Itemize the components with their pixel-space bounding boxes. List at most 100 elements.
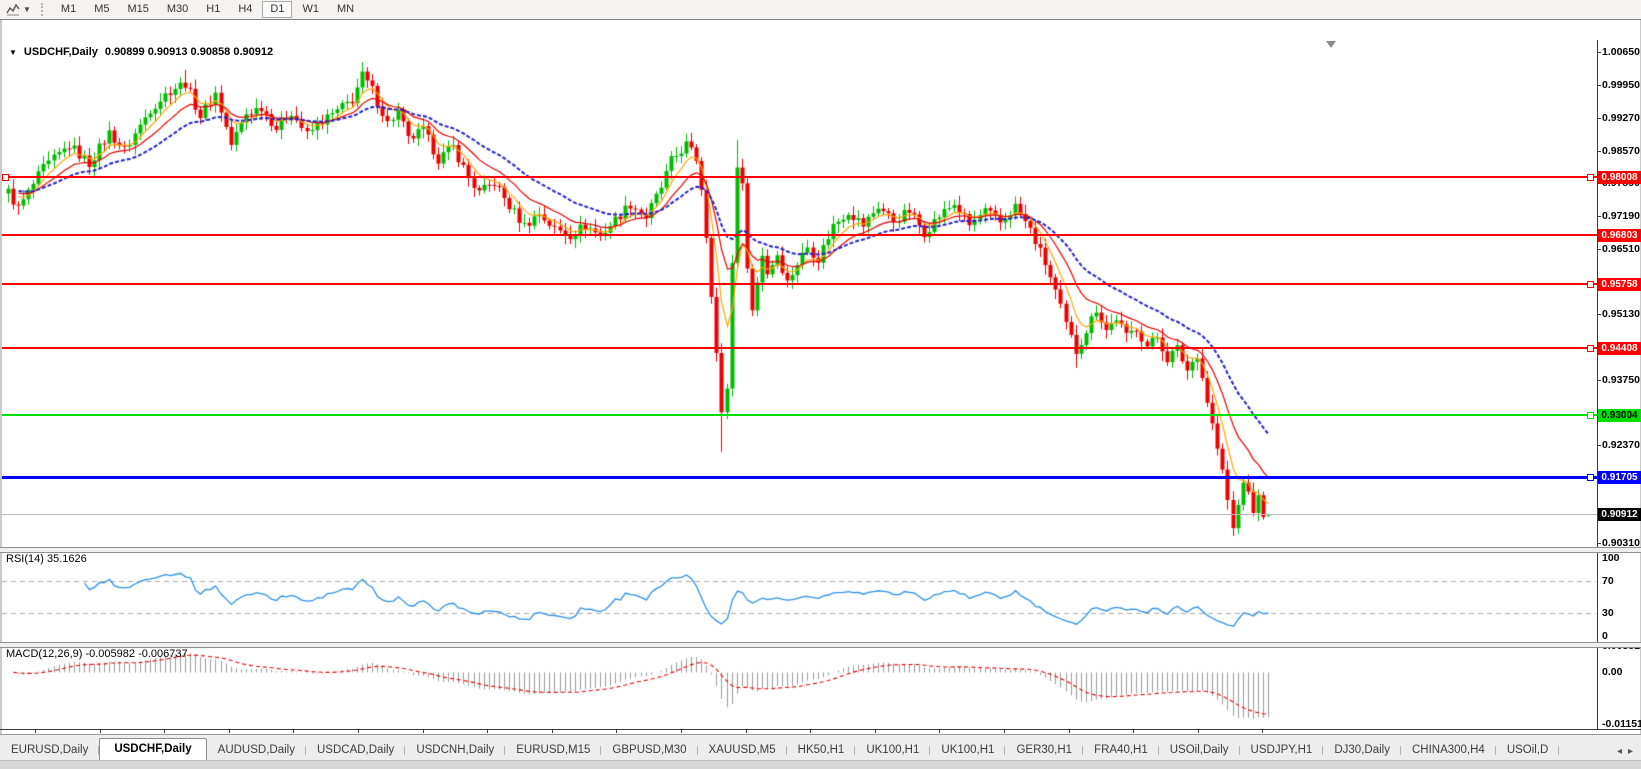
chart-tab-usoil-d[interactable]: USOil,D (1496, 740, 1560, 761)
date-tickmark (1262, 730, 1263, 733)
price-line-badge[interactable]: 0.94408 (1598, 342, 1641, 355)
mt4-application: ▼ M1M5M15M30H1H4D1W1MN ▼ USDCHF,Daily 0.… (0, 0, 1641, 769)
chart-tab-usdchf-daily[interactable]: USDCHF,Daily (99, 738, 206, 761)
price-line-badge[interactable]: 0.98008 (1598, 171, 1641, 184)
chart-tab-uk100-h1[interactable]: UK100,H1 (930, 740, 1005, 761)
horizontal-line-0.98008[interactable] (2, 176, 1597, 178)
timeframe-button-w1[interactable]: W1 (294, 1, 327, 18)
macd-indicator-label: MACD(12,26,9) -0.005982 -0.006737 (6, 648, 188, 660)
date-tickmark (681, 730, 682, 733)
date-tickmark (100, 730, 101, 733)
toolbar-grip (41, 3, 48, 16)
date-tickmark (875, 730, 876, 733)
date-tickmark (810, 730, 811, 733)
timeframe-button-m1[interactable]: M1 (53, 1, 84, 18)
price-tickmark (1597, 249, 1601, 250)
price-tick-label: 0.97190 (1602, 210, 1640, 222)
price-tick-label: 0.95130 (1602, 308, 1640, 320)
timeframe-button-m15[interactable]: M15 (119, 1, 156, 18)
timeframe-button-h4[interactable]: H4 (230, 1, 260, 18)
price-tickmark (1597, 52, 1601, 53)
chart-tab-eurusd-m15[interactable]: EURUSD,M15 (505, 740, 601, 761)
price-tick-label: 0.98570 (1602, 145, 1640, 157)
chart-tab-dj30-daily[interactable]: DJ30,Daily (1323, 740, 1401, 761)
chart-tab-usdcad-daily[interactable]: USDCAD,Daily (306, 740, 405, 761)
price-tickmark (1597, 85, 1601, 86)
bid-price-badge: 0.90912 (1598, 508, 1641, 521)
price-chart-canvas[interactable] (0, 20, 1641, 769)
date-tickmark (746, 730, 747, 733)
rsi-axis-label: 30 (1602, 607, 1614, 619)
chart-tab-hk50-h1[interactable]: HK50,H1 (787, 740, 856, 761)
date-tickmark (423, 730, 424, 733)
tab-scroll-buttons: ◂ ▸ (1617, 746, 1641, 761)
chart-tab-xauusd-m5[interactable]: XAUUSD,M5 (698, 740, 787, 761)
bid-price-line (2, 514, 1597, 515)
date-tickmark (1004, 730, 1005, 733)
price-line-badge[interactable]: 0.96803 (1598, 229, 1641, 242)
timeframe-button-m30[interactable]: M30 (159, 1, 196, 18)
timeframe-button-mn[interactable]: MN (329, 1, 362, 18)
chart-window[interactable]: ▼ USDCHF,Daily 0.90899 0.90913 0.90858 0… (0, 19, 1641, 735)
line-handle-left[interactable] (2, 174, 9, 181)
line-handle-right[interactable] (1587, 345, 1594, 352)
price-tick-label: 0.99270 (1602, 112, 1640, 124)
chart-tab-uk100-h1[interactable]: UK100,H1 (855, 740, 930, 761)
price-tickmark (1597, 216, 1601, 217)
date-tickmark (293, 730, 294, 733)
date-tickmark (1198, 730, 1199, 733)
time-axis-line (0, 729, 1641, 730)
price-tick-label: 1.00650 (1602, 46, 1640, 58)
price-tick-label: 0.93750 (1602, 374, 1640, 386)
panel-splitter-rsi[interactable] (0, 547, 1641, 553)
chart-mode-button[interactable]: ▼ (0, 1, 37, 18)
tab-scroll-right-icon[interactable]: ▸ (1628, 746, 1633, 757)
macd-axis-label: 0.00 (1602, 666, 1622, 678)
rsi-axis-label: 70 (1602, 575, 1614, 587)
horizontal-line-0.94408[interactable] (2, 347, 1597, 349)
date-tickmark (1069, 730, 1070, 733)
chart-tab-usoil-daily[interactable]: USOil,Daily (1159, 740, 1240, 761)
chart-tab-china300-h4[interactable]: CHINA300,H4 (1401, 740, 1496, 761)
date-tickmark (616, 730, 617, 733)
chevron-down-icon[interactable]: ▼ (23, 5, 31, 14)
timeframe-button-group: M1M5M15M30H1H4D1W1MN (52, 1, 363, 18)
price-tickmark (1597, 445, 1601, 446)
line-handle-right[interactable] (1587, 412, 1594, 419)
chart-tab-fra40-h1[interactable]: FRA40,H1 (1083, 740, 1159, 761)
date-tickmark (358, 730, 359, 733)
bottom-strip (0, 760, 1641, 769)
tab-scroll-left-icon[interactable]: ◂ (1617, 746, 1622, 757)
date-tickmark (939, 730, 940, 733)
horizontal-line-0.95758[interactable] (2, 283, 1597, 285)
chart-tabs: EURUSD,DailyUSDCHF,DailyAUDUSD,DailyUSDC… (0, 738, 1559, 761)
chart-ohlc-values: 0.90899 0.90913 0.90858 0.90912 (105, 46, 273, 58)
chart-tab-audusd-daily[interactable]: AUDUSD,Daily (207, 740, 306, 761)
price-line-badge[interactable]: 0.95758 (1598, 278, 1641, 291)
line-handle-right[interactable] (1587, 281, 1594, 288)
horizontal-line-0.96803[interactable] (2, 234, 1597, 236)
price-line-badge[interactable]: 0.93004 (1598, 409, 1641, 422)
chart-shift-marker[interactable] (1326, 41, 1336, 48)
horizontal-line-0.91705[interactable] (2, 476, 1597, 479)
one-click-menu-icon[interactable]: ▼ (9, 48, 17, 57)
line-handle-right[interactable] (1587, 474, 1594, 481)
line-handle-right[interactable] (1587, 174, 1594, 181)
timeframe-button-m5[interactable]: M5 (86, 1, 117, 18)
chart-tab-usdcnh-daily[interactable]: USDCNH,Daily (405, 740, 505, 761)
chart-tab-eurusd-daily[interactable]: EURUSD,Daily (0, 740, 99, 761)
timeframe-button-h1[interactable]: H1 (198, 1, 228, 18)
date-tickmark (487, 730, 488, 733)
timeframe-button-d1[interactable]: D1 (262, 1, 292, 18)
date-tickmark (552, 730, 553, 733)
date-tickmark (164, 730, 165, 733)
rsi-indicator-label: RSI(14) 35.1626 (6, 553, 87, 565)
price-line-badge[interactable]: 0.91705 (1598, 471, 1641, 484)
chart-tab-ger30-h1[interactable]: GER30,H1 (1005, 740, 1083, 761)
chart-tab-usdjpy-h1[interactable]: USDJPY,H1 (1240, 740, 1324, 761)
chart-tab-gbpusd-m30[interactable]: GBPUSD,M30 (601, 740, 697, 761)
horizontal-line-0.93004[interactable] (2, 414, 1597, 416)
price-tickmark (1597, 543, 1601, 544)
panel-splitter-macd[interactable] (0, 642, 1641, 648)
price-axis-line (1597, 40, 1598, 730)
